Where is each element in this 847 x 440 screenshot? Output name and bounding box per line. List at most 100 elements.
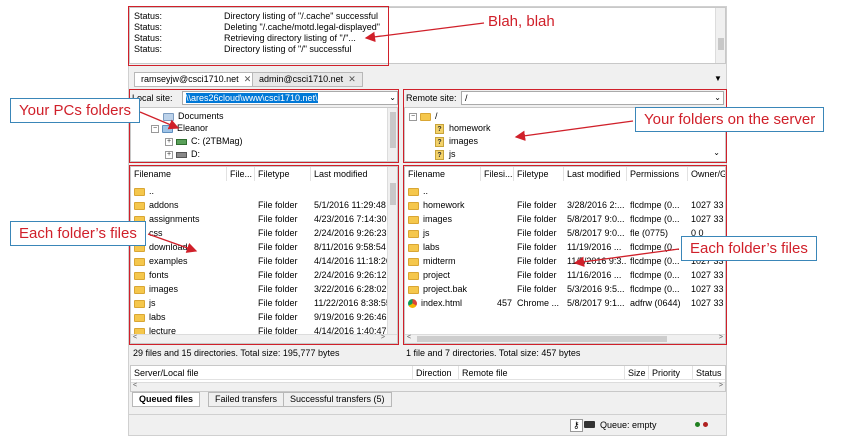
column-last-modified[interactable]: Last modified [311, 167, 389, 181]
filename-cell: fonts [134, 268, 227, 282]
permissions-cell: flcdmpe (0... [630, 256, 680, 266]
table-row[interactable]: index.html 457 Chrome ... 5/8/2017 9:1... ad… [405, 296, 725, 310]
last-modified-cell: 4/14/2016 11:18:26... [314, 256, 389, 266]
column-server-local-file[interactable]: Server/Local file [131, 366, 413, 380]
tab-failed-transfers[interactable]: Failed transfers [208, 392, 285, 407]
last-modified-cell: 3/22/2016 6:28:02 ... [314, 284, 389, 294]
local-site-bar: Local site: \\ares26cloud\www\csci1710.n… [130, 90, 398, 107]
column-last-modified[interactable]: Last modified [564, 167, 627, 181]
filetype-cell: File folder [258, 270, 298, 280]
table-row[interactable]: .. [131, 184, 389, 198]
collapse-icon[interactable]: − [409, 112, 417, 121]
column-filetype[interactable]: Filetype [255, 167, 311, 181]
tab-queued-files[interactable]: Queued files [132, 392, 201, 407]
tab-admin[interactable]: admin@csci1710.net ✕ [252, 72, 363, 87]
expand-icon[interactable]: + [165, 150, 173, 159]
tree-item-homework[interactable]: ? homework [435, 122, 491, 134]
column-filename[interactable]: Filename [405, 167, 481, 181]
queue-hscrollbar[interactable]: < > [131, 382, 725, 391]
owner-group-cell: 1027 33 [691, 298, 724, 308]
owner-group-cell: 1027 33 [691, 270, 724, 280]
folder-icon [408, 187, 419, 196]
table-row[interactable]: js File folder 11/22/2016 8:38:55... [131, 296, 389, 310]
chevron-down-icon[interactable]: ⌄ [389, 93, 396, 102]
table-row[interactable]: assignments File folder 4/23/2016 7:14:30 … [131, 212, 389, 226]
table-row[interactable]: images File folder 3/22/2016 6:28:02 ... [131, 282, 389, 296]
table-row[interactable]: labs File folder 11/19/2016 ... flcdmpe (0.… [405, 240, 725, 254]
filetype-cell: File folder [258, 242, 298, 252]
last-modified-cell: 5/1/2016 11:29:48 ... [314, 200, 389, 210]
tree-item-d-drive[interactable]: + D: [165, 148, 200, 160]
filename-cell: js [134, 296, 227, 310]
chevron-down-icon[interactable]: ⌄ [714, 93, 721, 102]
folder-icon [134, 271, 145, 280]
filename-cell: examples [134, 254, 227, 268]
log-scrollbar[interactable] [715, 8, 725, 63]
local-list-hscrollbar[interactable]: < > [131, 334, 397, 343]
tab-dropdown-icon[interactable]: ▼ [714, 74, 722, 83]
close-icon[interactable]: ✕ [348, 74, 356, 84]
column-filesize[interactable]: Filesi... [481, 167, 514, 181]
unknown-folder-icon: ? [435, 123, 444, 134]
table-row[interactable]: labs File folder 9/19/2016 9:26:46 ... [131, 310, 389, 324]
unknown-folder-icon: ? [435, 149, 444, 160]
column-filetype[interactable]: Filetype [514, 167, 564, 181]
annotation-blah: Blah, blah [488, 13, 555, 30]
transfer-queue: Server/Local file Direction Remote file … [130, 365, 726, 392]
remote-site-input[interactable]: / [461, 91, 724, 105]
table-row[interactable]: js File folder 5/8/2017 9:0... fle (0775) 0 … [405, 226, 725, 240]
local-tree-scrollbar[interactable] [387, 108, 397, 161]
tree-item-c-drive[interactable]: + C: (2TBMag) [165, 135, 243, 147]
table-row[interactable]: homework File folder 3/28/2016 2:... flcdmp… [405, 198, 725, 212]
chevron-down-icon[interactable]: ⌄ [713, 148, 720, 157]
filetype-cell: File folder [517, 228, 557, 238]
folder-icon [420, 112, 431, 121]
table-row[interactable]: .. [405, 184, 725, 198]
column-priority[interactable]: Priority [649, 366, 693, 380]
table-row[interactable]: project.bak File folder 5/3/2016 9:5... flc… [405, 282, 725, 296]
last-modified-cell: 3/28/2016 2:... [567, 200, 625, 210]
column-size[interactable]: Size [625, 366, 649, 380]
tree-item-root[interactable]: − / [409, 110, 438, 122]
column-filename[interactable]: Filename [131, 167, 227, 181]
last-modified-cell: 5/3/2016 9:5... [567, 284, 625, 294]
table-row[interactable]: midterm File folder 11/5/2016 9:3... flcdmp… [405, 254, 725, 268]
last-modified-cell: 5/8/2017 9:0... [567, 214, 625, 224]
permissions-cell: flcdmpe (0... [630, 200, 680, 210]
tree-item-images[interactable]: ? images [435, 135, 478, 147]
filetype-cell: File folder [517, 214, 557, 224]
filetype-cell: File folder [517, 270, 557, 280]
column-status[interactable]: Status [693, 366, 725, 380]
table-row[interactable]: project File folder 11/16/2016 ... flcdmpe … [405, 268, 725, 282]
column-direction[interactable]: Direction [413, 366, 459, 380]
column-filesize[interactable]: File... [227, 167, 255, 181]
annotation-each-right: Each folder’s files [681, 236, 817, 261]
column-remote-file[interactable]: Remote file [459, 366, 625, 380]
filename-cell: index.html [408, 296, 481, 310]
tab-successful-transfers[interactable]: Successful transfers (5) [283, 392, 392, 407]
chrome-file-icon [408, 299, 417, 309]
table-row[interactable]: fonts File folder 2/24/2016 9:26:12 ... [131, 268, 389, 282]
column-permissions[interactable]: Permissions [627, 167, 688, 181]
table-row[interactable]: images File folder 5/8/2017 9:0... flcdmpe … [405, 212, 725, 226]
tree-item-js[interactable]: ? js [435, 148, 456, 160]
expand-icon[interactable]: + [165, 137, 173, 146]
unknown-folder-icon: ? [435, 136, 444, 147]
remote-list-hscrollbar[interactable]: < > [405, 334, 725, 343]
filename-cell: css [134, 226, 227, 240]
filename-cell: labs [408, 240, 481, 254]
owner-group-cell: 1027 33 [691, 200, 724, 210]
table-row[interactable]: css File folder 2/24/2016 9:26:23 ... [131, 226, 389, 240]
table-row[interactable]: downloads File folder 8/11/2016 9:58:54 ..… [131, 240, 389, 254]
table-row[interactable]: examples File folder 4/14/2016 11:18:26... [131, 254, 389, 268]
tree-item-eleanor[interactable]: − Eleanor [151, 122, 208, 134]
column-owner-group[interactable]: Owner/G [688, 167, 725, 181]
tab-ramseyjw[interactable]: ramseyjw@csci1710.net ✕ [134, 72, 259, 87]
tree-item-documents[interactable]: Documents [163, 110, 224, 122]
local-site-input[interactable]: \\ares26cloud\www\csci1710.net\ [182, 91, 398, 105]
close-icon[interactable]: ✕ [244, 74, 252, 84]
collapse-icon[interactable]: − [151, 124, 159, 133]
filename-cell: addons [134, 198, 227, 212]
local-list-scrollbar[interactable] [387, 167, 397, 335]
table-row[interactable]: addons File folder 5/1/2016 11:29:48 ... [131, 198, 389, 212]
